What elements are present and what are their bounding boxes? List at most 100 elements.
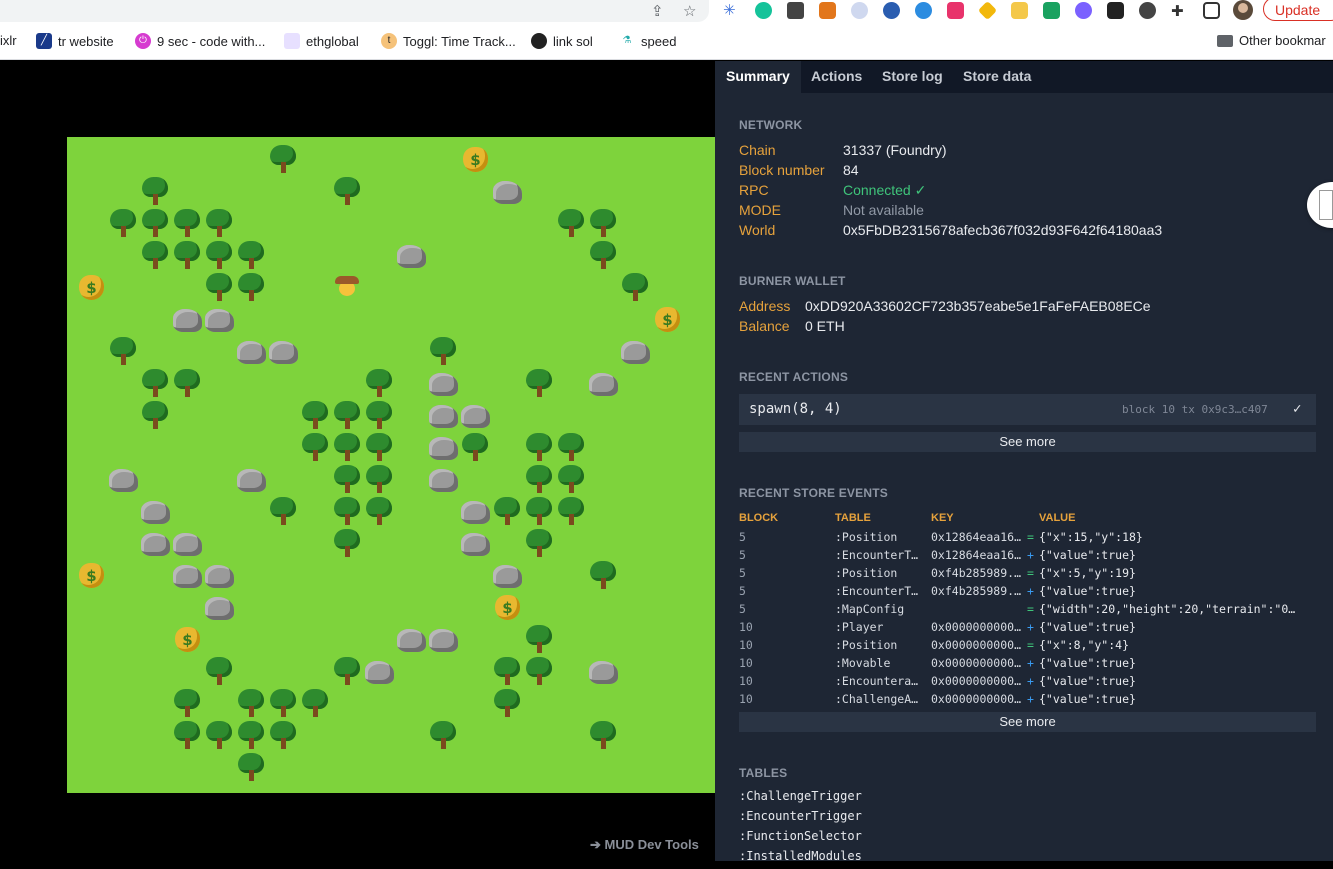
event-block: 10 <box>739 656 753 670</box>
tab-store-data[interactable]: Store data <box>952 61 1042 93</box>
other-bookmarks-folder[interactable]: Other bookmar <box>1217 33 1326 48</box>
tree-icon <box>523 431 555 463</box>
game-map[interactable] <box>67 137 715 793</box>
bookmark-ethglobal[interactable]: ethglobal <box>284 33 359 49</box>
edge-icon[interactable] <box>915 2 932 19</box>
rock-icon <box>203 303 235 335</box>
see-more-actions-button[interactable]: See more <box>739 432 1316 452</box>
tab-store-log[interactable]: Store log <box>871 61 954 93</box>
events-header-table: TABLE <box>835 512 871 524</box>
megaphone-icon[interactable] <box>787 2 804 19</box>
extensions-puzzle-icon[interactable]: ✚ <box>1171 2 1184 20</box>
events-header-key: KEY <box>931 512 954 524</box>
metamask-icon[interactable] <box>819 2 836 19</box>
rock-icon <box>619 335 651 367</box>
extension-icon-11[interactable] <box>1043 2 1060 19</box>
store-event-row: 10:ChallengeAccess 0x0000000000...+ {"valu… <box>739 692 1316 710</box>
event-key: 0x12864eaa16... <box>931 548 1025 562</box>
tab-actions[interactable]: Actions <box>800 61 873 93</box>
event-table: :Position <box>835 566 898 580</box>
mud-dev-tools-link[interactable]: ➔ MUD Dev Tools <box>590 837 699 853</box>
bookmark-link-sol[interactable]: link sol <box>531 33 593 49</box>
tree-icon <box>363 399 395 431</box>
store-event-row: 5:EncounterTrigger 0x12864eaa16...+ {"valu… <box>739 548 1316 566</box>
tree-icon <box>587 239 619 271</box>
bookmark-speed[interactable]: ⚗ speed <box>619 33 677 49</box>
bookmark-9-sec[interactable]: ⏻ 9 sec - code with... <box>135 33 265 49</box>
tree-icon <box>555 207 587 239</box>
table-item[interactable]: :InstalledModules <box>739 849 862 869</box>
network-section-title: NETWORK <box>739 118 803 132</box>
table-item[interactable]: :FunctionSelector <box>739 829 862 849</box>
event-table: :Position <box>835 638 898 652</box>
events-header-value: VALUE <box>1039 512 1076 524</box>
tab-summary[interactable]: Summary <box>715 61 801 93</box>
store-event-row: 10:Encounterable 0x0000000000... + {"value"… <box>739 674 1316 692</box>
tree-icon <box>619 271 651 303</box>
money-bag-icon <box>75 559 107 591</box>
gpt-icon[interactable] <box>1139 2 1156 19</box>
action-meta: block 10 tx 0x9c3…c407 <box>1122 403 1268 416</box>
extension-icon-10[interactable] <box>1011 2 1028 19</box>
tree-icon <box>267 495 299 527</box>
rock-icon <box>235 335 267 367</box>
extension-icon-1[interactable]: ✳ <box>723 2 740 19</box>
see-more-events-button[interactable]: See more <box>739 712 1316 732</box>
extension-icon-9[interactable] <box>977 0 998 21</box>
chatgpt-icon[interactable] <box>1107 2 1124 19</box>
bookmark-label: tr website <box>58 33 114 49</box>
profile-avatar[interactable] <box>1233 0 1253 20</box>
rpc-status: Connected ✓ <box>843 182 927 198</box>
bookmark-toggl[interactable]: t Toggl: Time Track... <box>381 33 516 49</box>
rock-icon <box>587 367 619 399</box>
tree-icon <box>203 271 235 303</box>
bookmark-pixlr[interactable]: ixlr <box>0 33 17 48</box>
grammarly-icon[interactable] <box>755 2 772 19</box>
events-header-block: BLOCK <box>739 512 779 524</box>
update-button[interactable]: Update <box>1263 0 1333 21</box>
store-event-row: 5:EncounterTrigger 0xf4b285989...+ {"value… <box>739 584 1316 602</box>
event-key: 0x0000000000... <box>931 674 1025 688</box>
extension-icon-12[interactable] <box>1075 2 1092 19</box>
bookmark-label: ethglobal <box>306 33 359 49</box>
rpc-label: RPC <box>739 182 769 198</box>
action-call: spawn(8, 4) <box>749 401 842 417</box>
check-icon: ✓ <box>1293 401 1302 417</box>
tree-icon <box>523 495 555 527</box>
event-block: 5 <box>739 530 746 544</box>
power-icon: ⏻ <box>135 33 151 49</box>
rock-icon <box>235 463 267 495</box>
tree-icon <box>331 463 363 495</box>
bookmark-star-icon[interactable]: ☆ <box>683 2 696 20</box>
event-value: {"x":15,"y":18} <box>1039 530 1143 544</box>
store-events-table: 5:Position 0x12864eaa16... = {"x":15,"y":18… <box>739 530 1316 710</box>
rock-icon <box>171 559 203 591</box>
tree-icon <box>555 463 587 495</box>
extension-icon-6[interactable] <box>883 2 900 19</box>
tree-icon <box>523 527 555 559</box>
side-panel-icon[interactable] <box>1203 2 1220 19</box>
figma-icon[interactable] <box>947 2 964 19</box>
bookmark-tr-website[interactable]: ╱ tr website <box>36 33 114 49</box>
tree-icon <box>299 687 331 719</box>
extension-icon-5[interactable] <box>851 2 868 19</box>
speed-icon: ⚗ <box>622 35 632 46</box>
address-bar[interactable]: ⇪ ☆ <box>0 0 709 22</box>
event-value: {"value":true} <box>1039 674 1136 688</box>
tree-icon <box>107 335 139 367</box>
tree-icon <box>555 495 587 527</box>
event-table: :MapConfig <box>835 602 905 616</box>
recent-action-row[interactable]: spawn(8, 4) block 10 tx 0x9c3…c407 ✓ <box>739 394 1316 425</box>
other-bookmarks-label: Other bookmar <box>1239 33 1326 48</box>
share-icon[interactable]: ⇪ <box>651 2 664 20</box>
table-item[interactable]: :EncounterTrigger <box>739 809 862 829</box>
tree-icon <box>363 463 395 495</box>
rock-icon <box>395 239 427 271</box>
event-op: + <box>1027 692 1034 706</box>
event-value: {"value":true} <box>1039 692 1136 706</box>
chain-value: 31337 (Foundry) <box>843 142 947 158</box>
rock-icon <box>171 527 203 559</box>
table-item[interactable]: :ChallengeTrigger <box>739 789 862 809</box>
tree-icon <box>171 687 203 719</box>
event-key: 0x0000000000... <box>931 620 1025 634</box>
